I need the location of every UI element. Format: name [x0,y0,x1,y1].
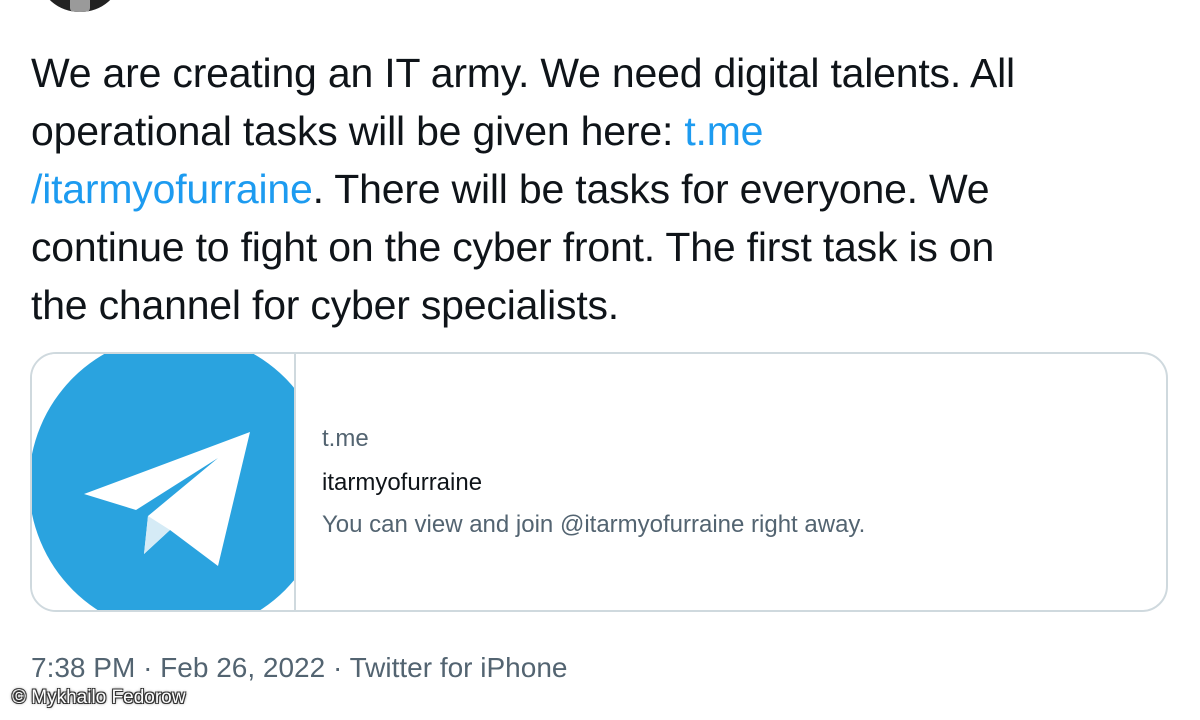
card-image[interactable] [32,354,296,610]
tweet-page: We are creating an IT army. We need digi… [0,0,1200,720]
tweet-time[interactable]: 7:38 PM [31,652,135,683]
tweet-line: continue to fight on the cyber front. Th… [31,218,1181,276]
tweet-text-segment: We are creating an IT army. We need digi… [31,50,1015,96]
tweet-link[interactable]: t.me [684,108,763,154]
tweet-link[interactable]: /itarmyofurraine [31,166,313,212]
tweet-text-segment: . There will be tasks for everyone. We [312,166,990,212]
card-domain: t.me [322,425,369,452]
card-body: t.me itarmyofurraine You can view and jo… [296,354,865,610]
tweet-source[interactable]: Twitter for iPhone [350,652,568,683]
meta-separator: · [143,652,153,683]
tweet-text-segment: continue to fight on the cyber front. Th… [31,224,995,270]
tweet-text: We are creating an IT army. We need digi… [31,44,1181,334]
telegram-logo-icon [32,354,294,610]
tweet-line: operational tasks will be given here: t.… [31,102,1181,160]
tweet-date[interactable]: Feb 26, 2022 [160,652,325,683]
card-title: itarmyofurraine [322,469,483,496]
link-preview-card[interactable]: t.me itarmyofurraine You can view and jo… [30,352,1168,612]
tweet-text-segment: the channel for cyber specialists. [31,282,620,328]
meta-separator: · [332,652,343,683]
card-description: You can view and join @itarmyofurraine r… [322,511,866,538]
tweet-text-segment: operational tasks will be given here: [31,108,685,154]
tweet-line: the channel for cyber specialists. [31,276,1181,334]
photo-credit: © Mykhailo Fedorow [12,687,186,708]
tweet-metadata: 7:38 PM · Feb 26, 2022 · Twitter for iPh… [31,648,567,688]
tweet-line: /itarmyofurraine. There will be tasks fo… [31,160,1181,218]
tweet-line: We are creating an IT army. We need digi… [31,44,1181,102]
author-avatar[interactable] [40,0,120,12]
